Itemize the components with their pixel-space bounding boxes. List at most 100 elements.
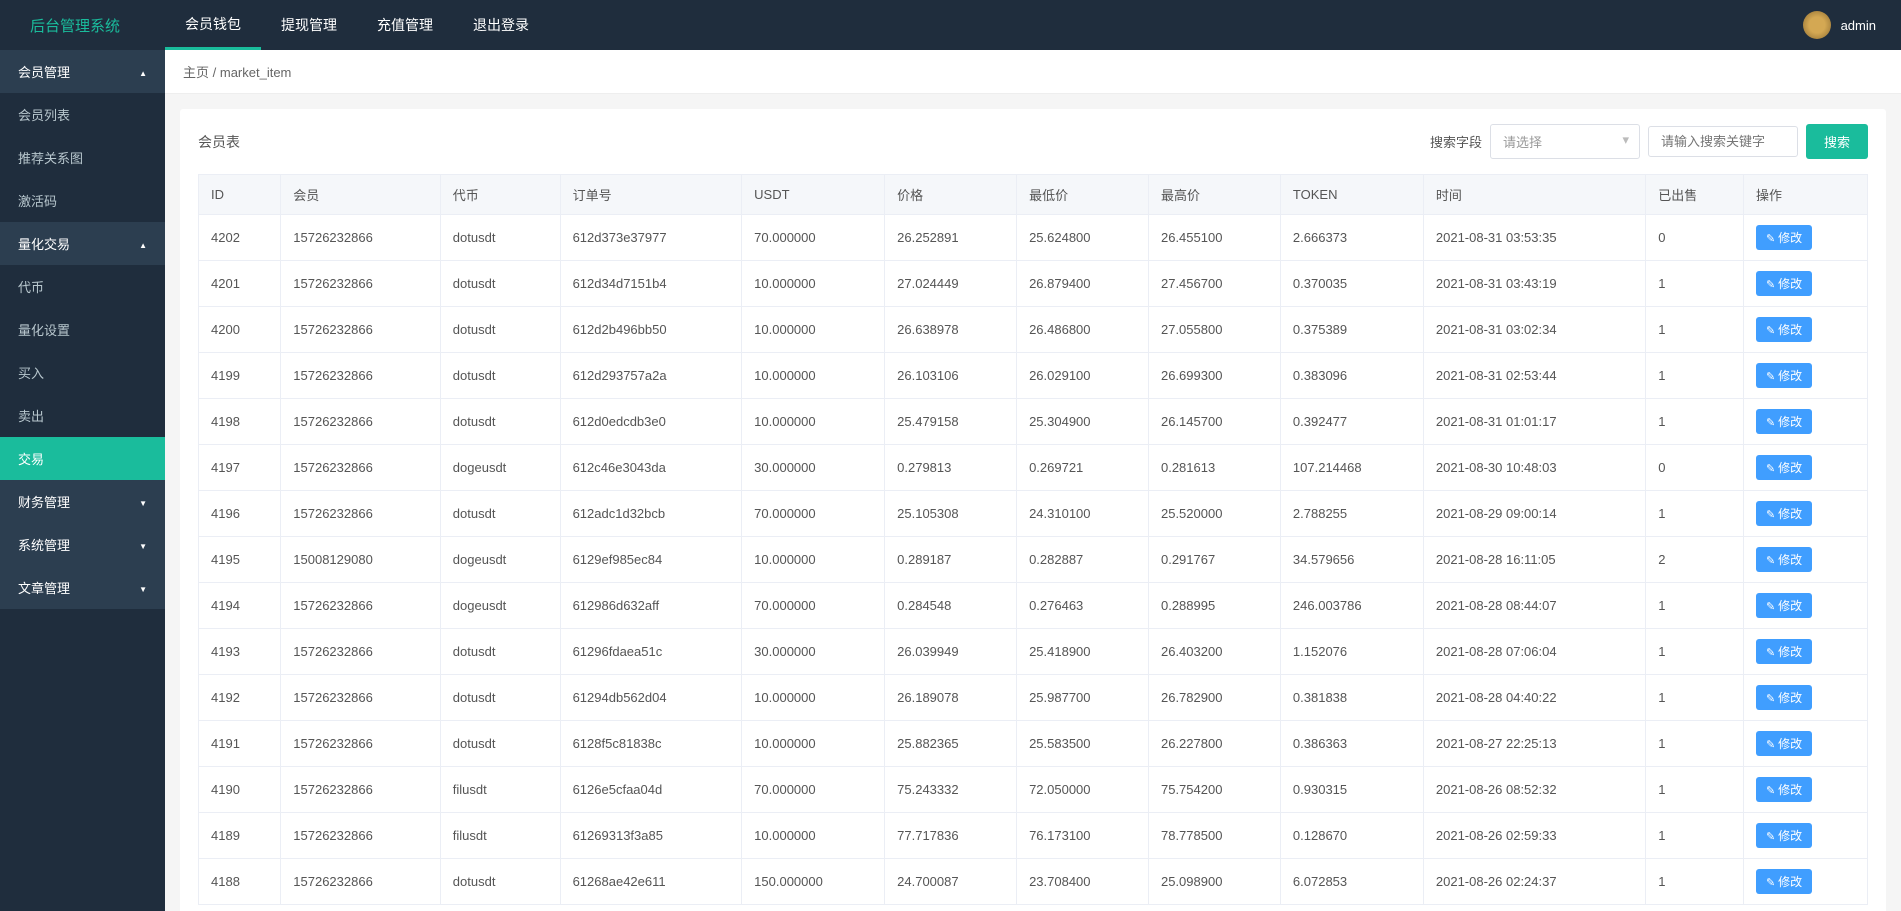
pen-icon xyxy=(1766,599,1775,613)
edit-button[interactable]: 修改 xyxy=(1756,823,1812,848)
table-row: 420215726232866dotusdt612d373e3797770.00… xyxy=(199,215,1868,261)
sidebar-item[interactable]: 激活码 xyxy=(0,179,165,222)
cell-price: 25.882365 xyxy=(885,721,1017,767)
pen-icon xyxy=(1766,369,1775,383)
table-row: 419915726232866dotusdt612d293757a2a10.00… xyxy=(199,353,1868,399)
cell-id: 4190 xyxy=(199,767,281,813)
avatar xyxy=(1803,11,1831,39)
sidebar-item[interactable]: 卖出 xyxy=(0,394,165,437)
cell-high: 26.403200 xyxy=(1148,629,1280,675)
cell-token: 34.579656 xyxy=(1280,537,1423,583)
edit-button[interactable]: 修改 xyxy=(1756,547,1812,572)
cell-actions: 修改 xyxy=(1743,629,1867,675)
sidebar-item[interactable]: 会员列表 xyxy=(0,93,165,136)
cell-actions: 修改 xyxy=(1743,261,1867,307)
edit-button[interactable]: 修改 xyxy=(1756,225,1812,250)
search-input[interactable] xyxy=(1648,126,1798,157)
cell-price: 25.105308 xyxy=(885,491,1017,537)
cell-coin: dotusdt xyxy=(440,261,560,307)
edit-button[interactable]: 修改 xyxy=(1756,639,1812,664)
edit-button[interactable]: 修改 xyxy=(1756,777,1812,802)
sidebar-item-label: 量化交易 xyxy=(18,234,70,253)
cell-order: 6129ef985ec84 xyxy=(560,537,742,583)
data-table: ID会员代币订单号USDT价格最低价最高价TOKEN时间已出售操作 420215… xyxy=(198,174,1868,905)
cell-price: 25.479158 xyxy=(885,399,1017,445)
edit-button[interactable]: 修改 xyxy=(1756,363,1812,388)
edit-button[interactable]: 修改 xyxy=(1756,455,1812,480)
pen-icon xyxy=(1766,737,1775,751)
user-area[interactable]: admin xyxy=(1803,11,1901,39)
cell-actions: 修改 xyxy=(1743,215,1867,261)
sidebar-item[interactable]: 推荐关系图 xyxy=(0,136,165,179)
sidebar-item[interactable]: 文章管理 xyxy=(0,566,165,609)
breadcrumb-current: market_item xyxy=(220,65,292,80)
breadcrumb-home[interactable]: 主页 xyxy=(183,65,209,80)
sidebar-item[interactable]: 代币 xyxy=(0,265,165,308)
topnav-item[interactable]: 充值管理 xyxy=(357,0,453,50)
sidebar-item[interactable]: 买入 xyxy=(0,351,165,394)
cell-low: 0.282887 xyxy=(1017,537,1149,583)
cell-sold: 1 xyxy=(1646,859,1744,905)
sidebar-item[interactable]: 交易 xyxy=(0,437,165,480)
edit-button[interactable]: 修改 xyxy=(1756,869,1812,894)
sidebar-item-label: 会员列表 xyxy=(18,105,70,124)
table-header-row: ID会员代币订单号USDT价格最低价最高价TOKEN时间已出售操作 xyxy=(199,175,1868,215)
edit-button[interactable]: 修改 xyxy=(1756,731,1812,756)
cell-actions: 修改 xyxy=(1743,675,1867,721)
cell-high: 27.055800 xyxy=(1148,307,1280,353)
cell-actions: 修改 xyxy=(1743,307,1867,353)
sidebar-item[interactable]: 会员管理 xyxy=(0,50,165,93)
column-header: 操作 xyxy=(1743,175,1867,215)
sidebar-item[interactable]: 量化设置 xyxy=(0,308,165,351)
cell-low: 0.276463 xyxy=(1017,583,1149,629)
cell-actions: 修改 xyxy=(1743,537,1867,583)
cell-id: 4194 xyxy=(199,583,281,629)
sidebar-item[interactable]: 量化交易 xyxy=(0,222,165,265)
column-header: 已出售 xyxy=(1646,175,1744,215)
cell-token: 1.152076 xyxy=(1280,629,1423,675)
panel: 会员表 搜索字段 请选择 搜索 ID会员代币订单号USDT价格最低价最高价TOK… xyxy=(180,109,1886,911)
cell-high: 26.145700 xyxy=(1148,399,1280,445)
table-row: 419115726232866dotusdt6128f5c81838c10.00… xyxy=(199,721,1868,767)
cell-low: 25.987700 xyxy=(1017,675,1149,721)
sidebar-item-label: 交易 xyxy=(18,449,44,468)
cell-id: 4195 xyxy=(199,537,281,583)
cell-coin: dotusdt xyxy=(440,399,560,445)
cell-usdt: 10.000000 xyxy=(742,261,885,307)
edit-button[interactable]: 修改 xyxy=(1756,501,1812,526)
sidebar-item[interactable]: 财务管理 xyxy=(0,480,165,523)
breadcrumb: 主页 / market_item xyxy=(165,50,1901,94)
topnav-item[interactable]: 会员钱包 xyxy=(165,0,261,50)
edit-button[interactable]: 修改 xyxy=(1756,409,1812,434)
topnav-item[interactable]: 提现管理 xyxy=(261,0,357,50)
edit-button[interactable]: 修改 xyxy=(1756,317,1812,342)
caret-down-icon xyxy=(139,580,147,595)
cell-token: 0.381838 xyxy=(1280,675,1423,721)
column-header: ID xyxy=(199,175,281,215)
edit-button[interactable]: 修改 xyxy=(1756,271,1812,296)
sidebar-item[interactable]: 系统管理 xyxy=(0,523,165,566)
edit-button[interactable]: 修改 xyxy=(1756,593,1812,618)
pen-icon xyxy=(1766,277,1775,291)
cell-member: 15726232866 xyxy=(281,353,441,399)
cell-token: 6.072853 xyxy=(1280,859,1423,905)
cell-token: 0.370035 xyxy=(1280,261,1423,307)
edit-button[interactable]: 修改 xyxy=(1756,685,1812,710)
cell-actions: 修改 xyxy=(1743,767,1867,813)
cell-coin: dogeusdt xyxy=(440,537,560,583)
search-field-select[interactable]: 请选择 xyxy=(1490,124,1640,159)
search-button[interactable]: 搜索 xyxy=(1806,124,1868,159)
cell-order: 612d0edcdb3e0 xyxy=(560,399,742,445)
cell-sold: 1 xyxy=(1646,583,1744,629)
cell-order: 612d373e37977 xyxy=(560,215,742,261)
cell-usdt: 10.000000 xyxy=(742,537,885,583)
cell-coin: dotusdt xyxy=(440,629,560,675)
topnav-item[interactable]: 退出登录 xyxy=(453,0,549,50)
cell-id: 4196 xyxy=(199,491,281,537)
cell-usdt: 10.000000 xyxy=(742,675,885,721)
cell-coin: filusdt xyxy=(440,767,560,813)
cell-id: 4201 xyxy=(199,261,281,307)
column-header: 时间 xyxy=(1423,175,1645,215)
cell-token: 0.128670 xyxy=(1280,813,1423,859)
sidebar-item-label: 激活码 xyxy=(18,191,57,210)
